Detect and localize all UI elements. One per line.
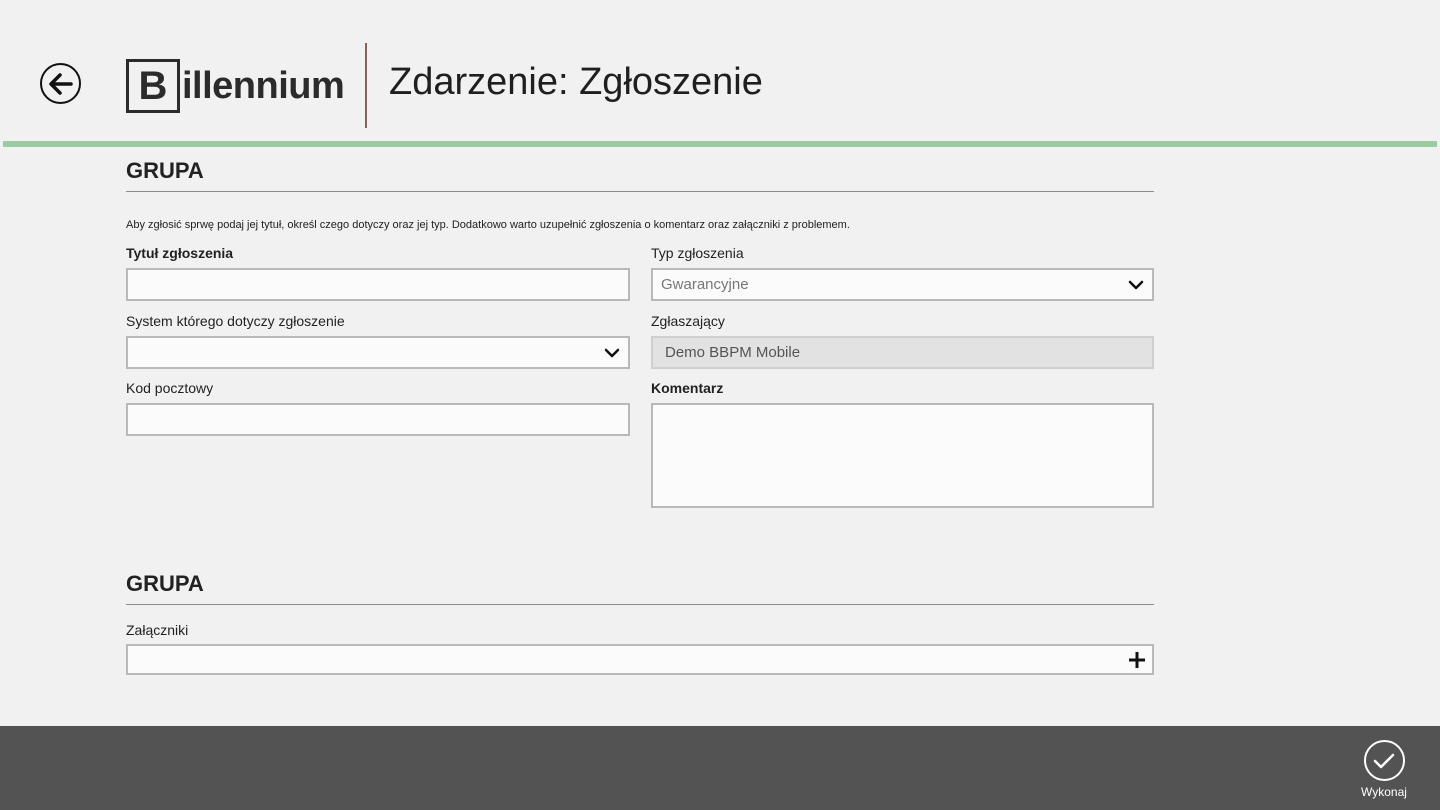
section-divider-1 bbox=[126, 191, 1154, 192]
back-button[interactable] bbox=[40, 63, 81, 104]
accent-bar bbox=[3, 141, 1437, 147]
type-label: Typ zgłoszenia bbox=[651, 245, 744, 261]
section-title-group-1: GRUPA bbox=[126, 158, 204, 183]
checkmark-icon bbox=[1363, 740, 1405, 781]
type-select[interactable]: Gwarancyjne bbox=[651, 268, 1154, 301]
system-label: System którego dotyczy zgłoszenie bbox=[126, 313, 345, 329]
app-bar: Wykonaj bbox=[0, 726, 1440, 810]
page-title: Zdarzenie: Zgłoszenie bbox=[389, 61, 763, 103]
reporter-field: Demo BBPM Mobile bbox=[651, 336, 1154, 369]
attachments-label: Załączniki bbox=[126, 622, 189, 638]
section-description: Aby zgłosić sprwę podaj jej tytuł, okreś… bbox=[126, 219, 850, 231]
title-label: Tytuł zgłoszenia bbox=[126, 245, 234, 261]
type-select-value: Gwarancyjne bbox=[661, 276, 749, 293]
execute-button[interactable]: Wykonaj bbox=[1354, 740, 1414, 799]
postal-code-field[interactable] bbox=[126, 403, 630, 436]
postal-code-input[interactable] bbox=[128, 405, 628, 434]
reporter-label: Zgłaszający bbox=[651, 313, 725, 329]
title-input[interactable] bbox=[128, 270, 628, 299]
comment-label: Komentarz bbox=[651, 380, 724, 396]
postal-code-label: Kod pocztowy bbox=[126, 380, 214, 396]
execute-label: Wykonaj bbox=[1361, 785, 1407, 799]
back-arrow-icon bbox=[48, 72, 73, 95]
logo-text: illennium bbox=[182, 64, 345, 107]
system-select[interactable] bbox=[126, 336, 630, 369]
chevron-down-icon bbox=[604, 348, 620, 358]
header-divider bbox=[365, 43, 367, 128]
billennium-logo: B illennium bbox=[126, 58, 345, 113]
section-divider-2 bbox=[126, 604, 1154, 605]
plus-icon[interactable] bbox=[1128, 651, 1146, 669]
comment-textarea[interactable] bbox=[653, 405, 1152, 506]
comment-field[interactable] bbox=[651, 403, 1154, 508]
logo-letter: B bbox=[126, 58, 180, 113]
chevron-down-icon bbox=[1128, 280, 1144, 290]
title-field[interactable] bbox=[126, 268, 630, 301]
attachments-field[interactable] bbox=[126, 644, 1154, 675]
header: B illennium Zdarzenie: Zgłoszenie bbox=[0, 0, 1440, 142]
section-title-group-2: GRUPA bbox=[126, 571, 204, 596]
